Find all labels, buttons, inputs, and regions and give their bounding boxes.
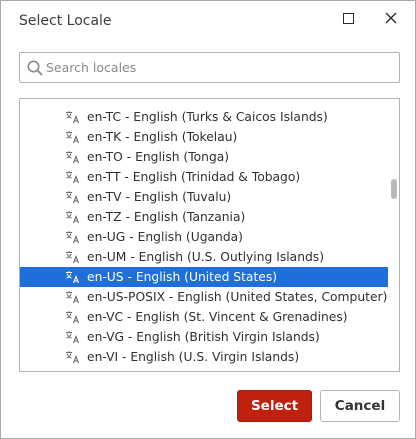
locale-label: en-UG - English (Uganda) bbox=[87, 230, 243, 244]
language-icon bbox=[65, 310, 81, 324]
cancel-button[interactable]: Cancel bbox=[320, 390, 400, 422]
scrollbar[interactable] bbox=[389, 99, 399, 371]
locale-item[interactable]: en-TZ - English (Tanzania) bbox=[20, 207, 388, 227]
scrollbar-thumb[interactable] bbox=[391, 179, 397, 199]
locale-label: en-US - English (United States) bbox=[87, 270, 278, 284]
locale-item[interactable]: en-US - English (United States) bbox=[20, 267, 388, 287]
language-icon bbox=[65, 270, 81, 284]
maximize-button[interactable] bbox=[333, 5, 363, 31]
locale-item[interactable]: en-TK - English (Tokelau) bbox=[20, 127, 388, 147]
language-icon bbox=[65, 110, 81, 124]
language-icon bbox=[65, 130, 81, 144]
locale-label: en-TZ - English (Tanzania) bbox=[87, 210, 246, 224]
language-icon bbox=[65, 190, 81, 204]
locale-label: en-VC - English (St. Vincent & Grenadine… bbox=[87, 310, 348, 324]
locale-item[interactable]: en-TT - English (Trinidad & Tobago) bbox=[20, 167, 388, 187]
search-input[interactable] bbox=[46, 54, 396, 81]
language-icon bbox=[65, 230, 81, 244]
close-button[interactable] bbox=[376, 5, 406, 31]
maximize-icon bbox=[342, 12, 354, 24]
locale-item[interactable]: en-VC - English (St. Vincent & Grenadine… bbox=[20, 307, 388, 327]
dialog-title: Select Locale bbox=[19, 13, 112, 29]
close-icon bbox=[385, 12, 397, 24]
locale-rows: en-TC - English (Turks & Caicos Islands)… bbox=[20, 107, 388, 371]
select-button[interactable]: Select bbox=[237, 390, 312, 422]
locale-label: en-TC - English (Turks & Caicos Islands) bbox=[87, 110, 328, 124]
language-icon bbox=[65, 210, 81, 224]
language-icon bbox=[65, 290, 81, 304]
search-icon bbox=[26, 59, 44, 77]
select-locale-dialog: Select Locale en-TC - English (Turks & C… bbox=[0, 0, 416, 439]
search-box[interactable] bbox=[19, 52, 400, 83]
language-icon bbox=[65, 350, 81, 364]
locale-list[interactable]: en-TC - English (Turks & Caicos Islands)… bbox=[19, 98, 400, 372]
language-icon bbox=[65, 170, 81, 184]
locale-item[interactable]: en-UM - English (U.S. Outlying Islands) bbox=[20, 247, 388, 267]
locale-label: en-TV - English (Tuvalu) bbox=[87, 190, 232, 204]
locale-item[interactable]: en-VI - English (U.S. Virgin Islands) bbox=[20, 347, 388, 367]
locale-label: en-TK - English (Tokelau) bbox=[87, 130, 238, 144]
locale-label: en-VG - English (British Virgin Islands) bbox=[87, 330, 320, 344]
locale-label: en-UM - English (U.S. Outlying Islands) bbox=[87, 250, 325, 264]
locale-label: en-US-POSIX - English (United States, Co… bbox=[87, 290, 388, 304]
locale-item[interactable]: en-US-POSIX - English (United States, Co… bbox=[20, 287, 388, 307]
locale-item[interactable]: en-TV - English (Tuvalu) bbox=[20, 187, 388, 207]
locale-item[interactable]: en-UG - English (Uganda) bbox=[20, 227, 388, 247]
locale-label: en-VU - English (Vanuatu) bbox=[87, 370, 244, 371]
locale-item[interactable]: en-TO - English (Tonga) bbox=[20, 147, 388, 167]
locale-label: en-TO - English (Tonga) bbox=[87, 150, 230, 164]
locale-label: en-VI - English (U.S. Virgin Islands) bbox=[87, 350, 300, 364]
language-icon bbox=[65, 370, 81, 371]
language-icon bbox=[65, 330, 81, 344]
locale-item[interactable]: en-VU - English (Vanuatu) bbox=[20, 367, 388, 371]
locale-item[interactable]: en-VG - English (British Virgin Islands) bbox=[20, 327, 388, 347]
locale-label: en-TT - English (Trinidad & Tobago) bbox=[87, 170, 301, 184]
language-icon bbox=[65, 250, 81, 264]
language-icon bbox=[65, 150, 81, 164]
locale-item[interactable]: en-TC - English (Turks & Caicos Islands) bbox=[20, 107, 388, 127]
